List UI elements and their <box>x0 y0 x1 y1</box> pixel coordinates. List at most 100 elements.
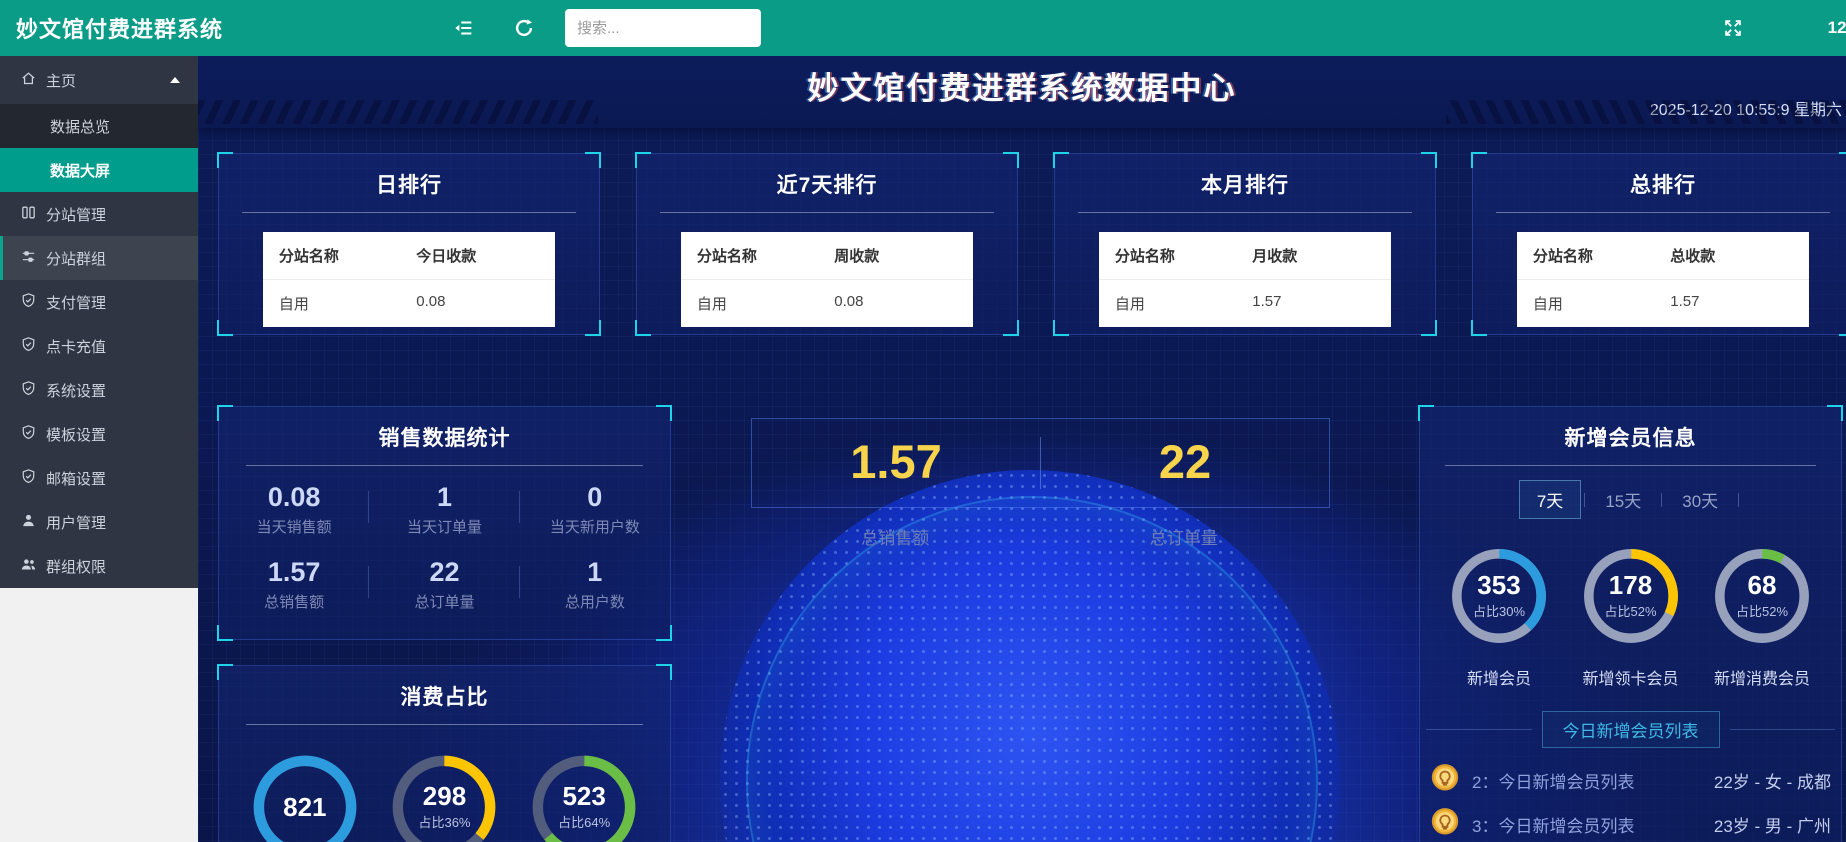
donut-column: 178占比52% 新增领卡会员 <box>1576 543 1686 689</box>
donut-value: 298 <box>423 783 466 809</box>
sidebar-item[interactable]: 邮箱设置 <box>0 456 198 500</box>
ranking-card: 日排行 分站名称今日收款 自用0.08 <box>218 153 600 335</box>
member-list-header: 今日新增会员列表 <box>1420 711 1841 748</box>
topbar-right: 123 <box>1720 15 1846 41</box>
user-badge[interactable]: 123 <box>1828 18 1846 38</box>
donut-label: 新增领卡会员 <box>1576 665 1686 689</box>
new-members-panel: 新增会员信息 7天15天30天 353占比30% 新增会员 178占比52% 新… <box>1419 406 1842 842</box>
ranking-table: 分站名称今日收款 自用0.08 <box>263 232 556 327</box>
ranking-card: 本月排行 分站名称月收款 自用1.57 <box>1054 153 1436 335</box>
shield-check-icon <box>20 468 46 489</box>
donut-label: 新增消费会员 <box>1707 665 1817 689</box>
panel-title: 本月排行 <box>1055 154 1435 199</box>
stat-value: 22 <box>369 557 519 587</box>
donut-percent: 占比30% <box>1473 601 1525 620</box>
shield-check-icon <box>20 380 46 401</box>
member-text: 2：今日新增会员列表 <box>1472 768 1714 793</box>
sidebar-item[interactable]: 点卡充值 <box>0 324 198 368</box>
tab-30天[interactable]: 30天 <box>1665 481 1735 518</box>
total-value: 1.57 <box>752 419 1040 507</box>
donut-chart: 68占比52% <box>1709 543 1815 649</box>
medal-icon <box>1428 805 1472 842</box>
donut-percent: 占比64% <box>558 812 610 831</box>
stat-label: 当天新用户数 <box>520 516 670 537</box>
topbar: 妙文馆付费进群系统 123 <box>0 0 1846 56</box>
sidebar-item-label: 主页 <box>46 70 76 91</box>
total-label: 总订单量 <box>1040 524 1329 549</box>
total-label: 总销售额 <box>751 524 1040 549</box>
consumption-donuts: 821 298 占比36% 523 占比64% <box>219 749 670 842</box>
sidebar-item-home[interactable]: 主页 <box>0 56 198 104</box>
total-value: 22 <box>1041 419 1329 507</box>
sidebar-item-label: 系统设置 <box>46 380 106 401</box>
table-header: 分站名称月收款 <box>1099 232 1392 279</box>
stat-value: 0.08 <box>219 482 369 512</box>
shield-check-icon <box>20 336 46 357</box>
donut-column: 353占比30% 新增会员 <box>1444 543 1554 689</box>
donut-chart: 298 占比36% <box>386 749 502 842</box>
sidebar-item-label: 群组权限 <box>46 556 106 577</box>
table-header: 分站名称今日收款 <box>263 232 556 279</box>
table-header: 分站名称总收款 <box>1517 232 1810 279</box>
donut-value: 821 <box>283 794 326 820</box>
donut-value: 353 <box>1477 572 1520 598</box>
donut-percent: 占比36% <box>418 812 470 831</box>
member-text: 3：今日新增会员列表 <box>1472 812 1714 837</box>
ranking-cards-row: 日排行 分站名称今日收款 自用0.08 近7天排行 分站名称周收款 自用0.08… <box>218 153 1846 335</box>
panel-title: 消费占比 <box>219 666 670 711</box>
member-list-item[interactable]: 2：今日新增会员列表 22岁 - 女 - 成都 <box>1420 758 1841 802</box>
tab-15天[interactable]: 15天 <box>1588 481 1658 518</box>
sidebar-subitem[interactable]: 数据大屏 <box>0 148 198 192</box>
dashboard-screen: 妙文馆付费进群系统数据中心 2025-12-20 10:55:9 星期六 日排行… <box>198 56 1846 842</box>
sales-stats-grid: 0.08当天销售额1当天订单量0当天新用户数1.57总销售额22总订单量1总用户… <box>219 482 670 612</box>
topbar-center <box>451 9 761 47</box>
shield-check-icon <box>20 292 46 313</box>
stat-value: 0 <box>520 482 670 512</box>
ranking-table: 分站名称总收款 自用1.57 <box>1517 232 1810 327</box>
sidebar-item[interactable]: 模板设置 <box>0 412 198 456</box>
totals-box: 1.5722 <box>751 418 1330 508</box>
sales-stats-panel: 销售数据统计 0.08当天销售额1当天订单量0当天新用户数1.57总销售额22总… <box>218 406 671 640</box>
sidebar-menu: 主页 数据总览 数据大屏 分站管理 分站群组 支付管理 点卡充值 系统设置 模板… <box>0 56 198 588</box>
panel-title: 日排行 <box>219 154 599 199</box>
table-header: 分站名称周收款 <box>681 232 974 279</box>
member-meta: 22岁 - 女 - 成都 <box>1714 768 1831 793</box>
refresh-icon[interactable] <box>511 15 537 41</box>
sidebar: 主页 数据总览 数据大屏 分站管理 分站群组 支付管理 点卡充值 系统设置 模板… <box>0 56 198 842</box>
donut-chart: 353 占比30% <box>1446 543 1552 649</box>
member-list-item[interactable]: 3：今日新增会员列表 23岁 - 男 - 广州 <box>1420 802 1841 842</box>
sidebar-item[interactable]: 分站管理 <box>0 192 198 236</box>
table-row: 自用1.57 <box>1099 279 1392 327</box>
tab-7天[interactable]: 7天 <box>1519 480 1581 519</box>
datetime-label: 2025-12-20 10:55:9 星期六 <box>1650 96 1842 120</box>
screen-header: 妙文馆付费进群系统数据中心 2025-12-20 10:55:9 星期六 <box>198 56 1846 128</box>
stat-item: 1总用户数 <box>520 557 670 612</box>
fullscreen-icon[interactable] <box>1720 15 1746 41</box>
sidebar-item-label: 点卡充值 <box>46 336 106 357</box>
sidebar-item-label: 模板设置 <box>46 424 106 445</box>
sidebar-item[interactable]: 分站群组 <box>0 236 198 280</box>
stat-item: 1.57总销售额 <box>219 557 369 612</box>
panel-title: 新增会员信息 <box>1420 407 1841 452</box>
stat-value: 1.57 <box>219 557 369 587</box>
panel-title: 总排行 <box>1473 154 1846 199</box>
sidebar-item-label: 数据总览 <box>50 116 110 137</box>
stat-item: 0 当天新用户数 <box>520 482 670 537</box>
collapse-menu-icon[interactable] <box>451 15 477 41</box>
sidebar-subitem[interactable]: 数据总览 <box>0 104 198 148</box>
sidebar-item[interactable]: 用户管理 <box>0 500 198 544</box>
sidebar-item-label: 邮箱设置 <box>46 468 106 489</box>
member-list-header-label[interactable]: 今日新增会员列表 <box>1542 711 1720 748</box>
user-icon <box>20 512 46 533</box>
table-row: 自用1.57 <box>1517 279 1810 327</box>
sidebar-item[interactable]: 支付管理 <box>0 280 198 324</box>
ranking-card: 总排行 分站名称总收款 自用1.57 <box>1472 153 1846 335</box>
search-input[interactable] <box>565 9 761 47</box>
sidebar-item[interactable]: 群组权限 <box>0 544 198 588</box>
sidebar-item[interactable]: 系统设置 <box>0 368 198 412</box>
stat-item: 0.08当天销售额 <box>219 482 369 537</box>
shield-check-icon <box>20 424 46 445</box>
totals-labels: 总销售额总订单量 <box>751 524 1328 549</box>
donut-value: 523 <box>562 783 605 809</box>
stat-label: 总订单量 <box>369 591 519 612</box>
